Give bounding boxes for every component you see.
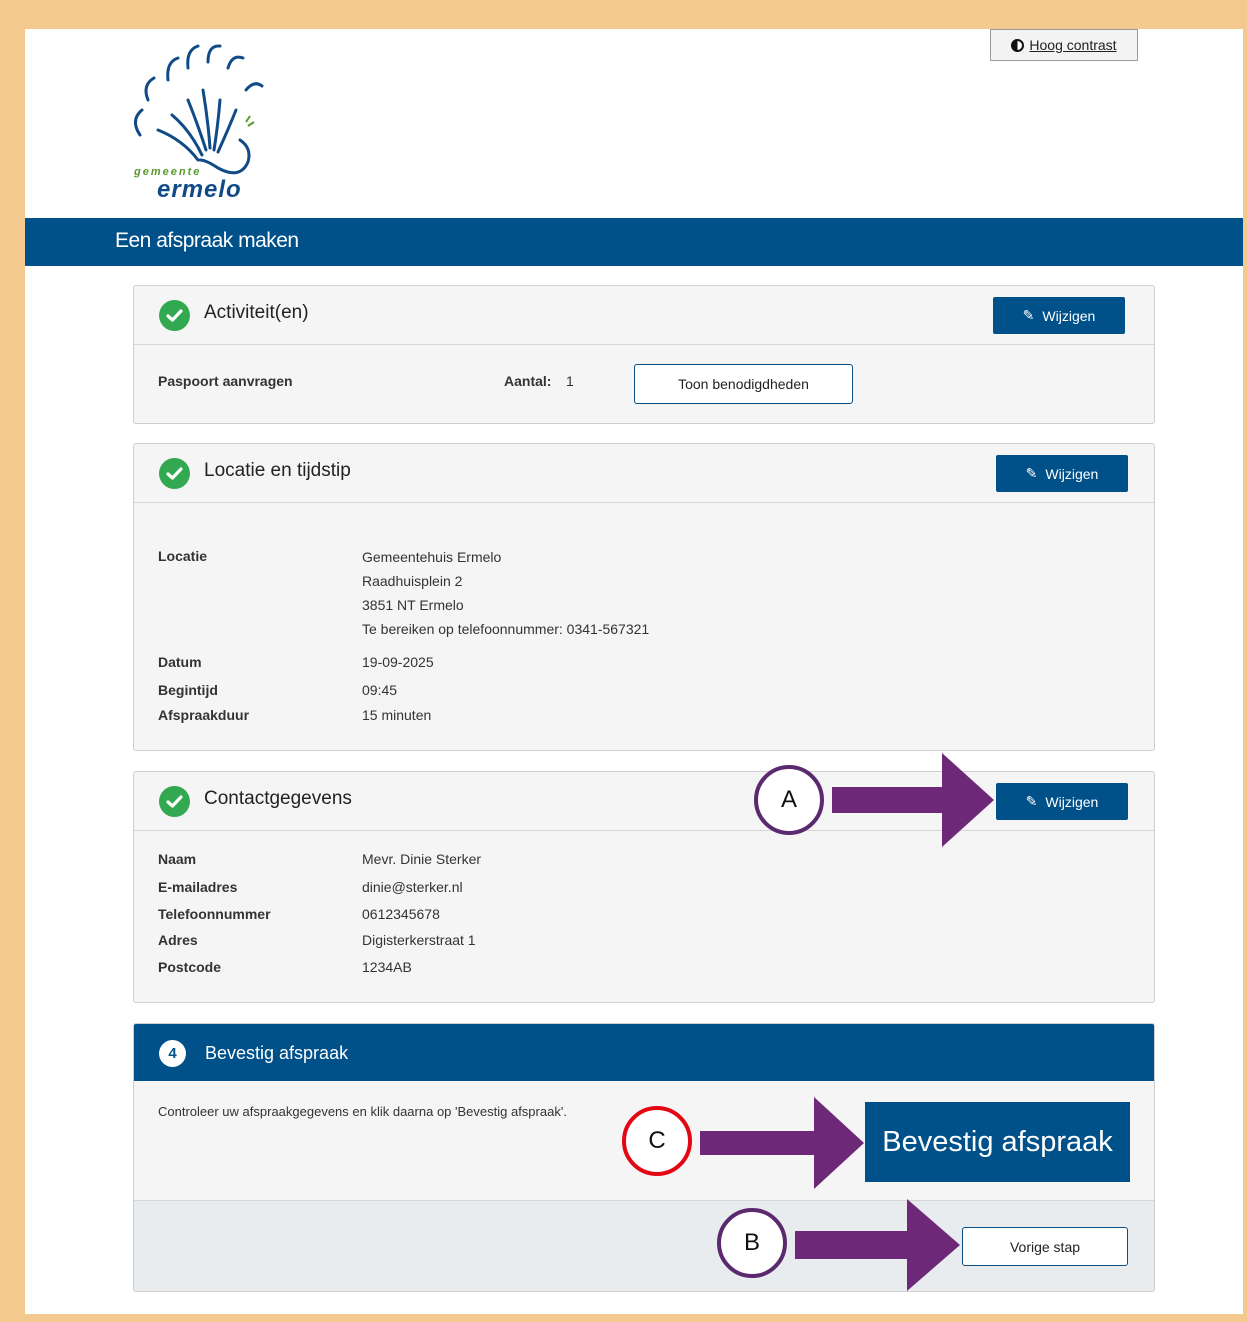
annotation-marker-b: B bbox=[717, 1208, 787, 1278]
adres-value: Digisterkerstraat 1 bbox=[362, 932, 476, 948]
locatie-line-1: Gemeentehuis Ermelo bbox=[362, 549, 502, 565]
pencil-icon: ✎ bbox=[1025, 793, 1038, 809]
adres-label: Adres bbox=[158, 932, 198, 948]
activity-count-value: 1 bbox=[566, 373, 574, 389]
contact-title: Contactgegevens bbox=[204, 788, 352, 809]
edit-location-label: Wijzigen bbox=[1045, 465, 1099, 482]
confirm-appointment-button[interactable]: Bevestig afspraak bbox=[865, 1102, 1130, 1182]
step-number-badge: 4 bbox=[159, 1040, 186, 1067]
naam-label: Naam bbox=[158, 851, 197, 867]
confirm-appointment-label: Bevestig afspraak bbox=[882, 1125, 1113, 1158]
high-contrast-button[interactable]: Hoog contrast bbox=[990, 29, 1138, 61]
page-title-bar: Een afspraak maken bbox=[25, 218, 1243, 266]
annotation-marker-c: C bbox=[622, 1106, 692, 1176]
marker-a-label: A bbox=[780, 786, 797, 813]
pencil-icon: ✎ bbox=[1025, 465, 1038, 481]
annotation-marker-a: A bbox=[754, 765, 824, 835]
marker-c-label: C bbox=[648, 1127, 666, 1154]
annotation-arrow-a bbox=[832, 753, 994, 847]
locatie-line-2: Raadhuisplein 2 bbox=[362, 573, 463, 589]
check-circle-icon bbox=[159, 300, 190, 331]
edit-location-button[interactable]: ✎ Wijzigen bbox=[996, 455, 1128, 492]
datum-value: 19-09-2025 bbox=[362, 654, 434, 670]
confirm-panel-header: 4 Bevestig afspraak bbox=[134, 1024, 1154, 1081]
naam-value: Mevr. Dinie Sterker bbox=[362, 851, 482, 867]
edit-activities-label: Wijzigen bbox=[1042, 307, 1096, 324]
confirm-instruction: Controleer uw afspraakgegevens en klik d… bbox=[158, 1104, 567, 1119]
high-contrast-label: Hoog contrast bbox=[1029, 37, 1117, 53]
annotation-arrow-c bbox=[700, 1097, 864, 1189]
duur-label: Afspraakduur bbox=[158, 707, 250, 723]
activity-count-label: Aantal: bbox=[504, 373, 552, 389]
edit-activities-button[interactable]: ✎ Wijzigen bbox=[993, 297, 1125, 334]
show-requirements-label: Toon benodigdheden bbox=[678, 376, 809, 392]
check-circle-icon bbox=[159, 458, 190, 489]
locatie-line-4: Te bereiken op telefoonnummer: 0341-5673… bbox=[362, 621, 650, 637]
begintijd-value: 09:45 bbox=[362, 682, 398, 698]
show-requirements-button[interactable]: Toon benodigdheden bbox=[634, 364, 853, 404]
email-label: E-mailadres bbox=[158, 879, 238, 895]
pencil-icon: ✎ bbox=[1022, 307, 1035, 323]
activity-name: Paspoort aanvragen bbox=[158, 373, 293, 389]
phone-label: Telefoonnummer bbox=[158, 906, 271, 922]
datum-label: Datum bbox=[158, 654, 202, 670]
postcode-value: 1234AB bbox=[362, 959, 412, 975]
location-title: Locatie en tijdstip bbox=[204, 460, 351, 481]
annotation-arrow-b bbox=[795, 1199, 960, 1291]
email-value: dinie@sterker.nl bbox=[362, 879, 463, 895]
marker-b-label: B bbox=[743, 1229, 760, 1256]
page-title: Een afspraak maken bbox=[115, 229, 299, 252]
postcode-label: Postcode bbox=[158, 959, 222, 975]
activities-title: Activiteit(en) bbox=[204, 302, 309, 323]
check-circle-icon bbox=[159, 786, 190, 817]
edit-contact-button[interactable]: ✎ Wijzigen bbox=[996, 783, 1128, 820]
contrast-icon bbox=[1011, 38, 1025, 52]
phone-value: 0612345678 bbox=[362, 906, 440, 922]
locatie-line-3: 3851 NT Ermelo bbox=[362, 597, 464, 613]
locatie-label: Locatie bbox=[158, 548, 208, 564]
logo-text-ermelo: ermelo bbox=[157, 176, 242, 203]
begintijd-label: Begintijd bbox=[158, 682, 218, 698]
previous-step-label: Vorige stap bbox=[1009, 1238, 1081, 1255]
edit-contact-label: Wijzigen bbox=[1045, 793, 1099, 810]
duur-value: 15 minuten bbox=[362, 707, 432, 723]
previous-step-button[interactable]: Vorige stap bbox=[962, 1227, 1128, 1266]
confirm-title: Bevestig afspraak bbox=[205, 1043, 349, 1063]
